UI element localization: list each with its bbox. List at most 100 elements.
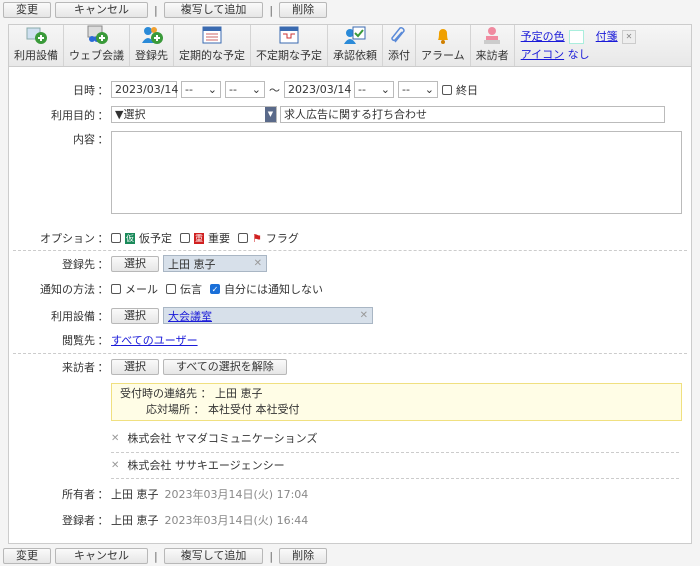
viewer-link[interactable]: すべてのユーザー	[111, 332, 198, 348]
separator: |	[154, 549, 158, 563]
tool-label: アラーム	[421, 49, 465, 62]
tool-recurring[interactable]: 定期的な予定	[174, 25, 251, 66]
chevron-down-icon: ⌄	[251, 83, 261, 96]
visitor-icon	[481, 25, 503, 45]
bell-icon	[432, 25, 454, 45]
remove-icon[interactable]: ✕	[254, 258, 262, 269]
purpose-text-input[interactable]: 求人広告に関する打ち合わせ	[280, 106, 665, 123]
purpose-select[interactable]: ▼選択 ▼	[111, 106, 277, 123]
creator-name: 上田 恵子	[111, 514, 159, 527]
registrant-label: 登録先	[62, 257, 95, 271]
colon: ：	[97, 133, 109, 146]
registrant-chip: 上田 恵子 ✕	[163, 255, 267, 272]
cancel-button[interactable]: キャンセル	[55, 548, 148, 564]
allday-label: 終日	[456, 83, 478, 97]
remove-icon[interactable]: ✕	[360, 310, 368, 321]
schedule-color-link[interactable]: 予定の色	[521, 28, 565, 46]
clear-all-button[interactable]: すべての選択を解除	[163, 359, 287, 375]
tool-label: 添付	[388, 49, 410, 62]
dropdown-arrow-icon: ▼	[265, 107, 276, 122]
copy-add-button[interactable]: 複写して追加	[163, 2, 264, 18]
tool-label: 利用設備	[14, 49, 58, 62]
visitor-item: ✕ 株式会社 ヤマダコミュニケーションズ	[111, 430, 700, 446]
tool-web-meeting[interactable]: ウェブ会議	[64, 25, 130, 66]
separator: |	[269, 549, 274, 563]
facility-label: 利用設備	[51, 309, 95, 323]
change-button[interactable]: 変更	[3, 548, 51, 564]
tool-attach[interactable]: 添付	[383, 25, 416, 66]
registrant-name: 上田 恵子	[168, 257, 216, 271]
start-date-input[interactable]: 2023/03/14	[111, 81, 178, 98]
tool-alarm[interactable]: アラーム	[416, 25, 471, 66]
chevron-down-icon: ⌄	[380, 83, 390, 96]
value: ▼選択	[115, 108, 146, 121]
end-hour-select[interactable]: -- ⌄	[354, 81, 394, 98]
end-date-input[interactable]: 2023/03/14	[284, 81, 351, 98]
divider	[13, 353, 687, 354]
delete-button[interactable]: 削除	[279, 2, 328, 18]
sticky-link[interactable]: 付箋	[596, 28, 618, 46]
visitor-label: 来訪者	[62, 361, 95, 374]
creator-time: 2023年03月14日(火) 16:44	[164, 514, 309, 527]
value: --	[185, 83, 193, 96]
tool-label: 承認依頼	[333, 49, 377, 62]
toolbar-extras: 予定の色 付箋 ✕ アイコン なし	[515, 25, 643, 66]
tool-approval[interactable]: 承認依頼	[328, 25, 383, 66]
reception-info-box: 受付時の連絡先 ： 上田 恵子 応対場所 ： 本社受付 本社受付	[111, 383, 682, 421]
notify-self-checkbox[interactable]: ✓	[210, 284, 220, 294]
notify-mail-checkbox[interactable]	[111, 284, 121, 294]
colon: ：	[97, 257, 109, 271]
owner-label: 所有者	[62, 488, 95, 501]
icon-link[interactable]: アイコン	[521, 48, 564, 61]
flag-checkbox[interactable]	[238, 233, 248, 243]
visitor-item: ✕ 株式会社 ササキエージェンシー	[111, 457, 700, 473]
value: --	[358, 83, 366, 96]
user-add-icon	[141, 25, 163, 45]
sticky-clear-icon[interactable]: ✕	[621, 30, 637, 44]
cancel-button[interactable]: キャンセル	[55, 2, 148, 18]
web-meeting-add-icon	[86, 25, 108, 45]
remove-icon[interactable]: ✕	[111, 433, 119, 444]
flag-icon: ⚑	[252, 231, 262, 245]
start-hour-select[interactable]: -- ⌄	[181, 81, 221, 98]
allday-checkbox[interactable]	[442, 84, 452, 95]
facility-add-icon	[25, 25, 47, 45]
tool-visitor[interactable]: 来訪者	[471, 25, 515, 66]
change-button[interactable]: 変更	[3, 2, 51, 18]
toolbar: 利用設備 ウェブ会議 登録先 定期的な予定 不定期な予定 承認依頼 添付 アラー…	[9, 25, 691, 67]
tool-label: 登録先	[135, 49, 168, 62]
registrant-select-button[interactable]: 選択	[111, 255, 159, 272]
flag-label: フラグ	[265, 232, 299, 245]
colon: ：	[97, 334, 109, 347]
colon: ：	[97, 283, 109, 296]
end-min-select[interactable]: -- ⌄	[398, 81, 438, 98]
color-swatch[interactable]	[568, 30, 584, 44]
notify-message-checkbox[interactable]	[166, 284, 176, 294]
tool-registrant[interactable]: 登録先	[130, 25, 174, 66]
tool-irregular[interactable]: 不定期な予定	[251, 25, 328, 66]
important-label: 重要	[208, 232, 230, 245]
creator-label: 登録者	[62, 514, 95, 527]
important-checkbox[interactable]	[180, 233, 190, 243]
separator: |	[269, 3, 274, 17]
content-label: 内容	[73, 133, 95, 146]
tool-facility[interactable]: 利用設備	[9, 25, 64, 66]
colon: ：	[97, 232, 109, 245]
content-textarea[interactable]	[111, 131, 682, 214]
tentative-checkbox[interactable]	[111, 233, 121, 243]
facility-select-button[interactable]: 選択	[111, 307, 159, 324]
owner-name: 上田 恵子	[111, 488, 159, 501]
visitor-select-button[interactable]: 選択	[111, 359, 159, 375]
colon: ：	[200, 387, 212, 400]
chevron-down-icon: ⌄	[207, 83, 217, 96]
facility-link[interactable]: 大会議室	[168, 308, 212, 324]
start-min-select[interactable]: -- ⌄	[225, 81, 265, 98]
separator: |	[154, 3, 158, 17]
place-label: 応対場所	[146, 403, 190, 416]
tentative-label: 仮予定	[139, 232, 172, 245]
remove-icon[interactable]: ✕	[111, 460, 119, 471]
copy-add-button[interactable]: 複写して追加	[163, 548, 264, 564]
option-label: オプション	[40, 232, 95, 245]
contact-value: 上田 恵子	[215, 387, 263, 400]
delete-button[interactable]: 削除	[279, 548, 328, 564]
